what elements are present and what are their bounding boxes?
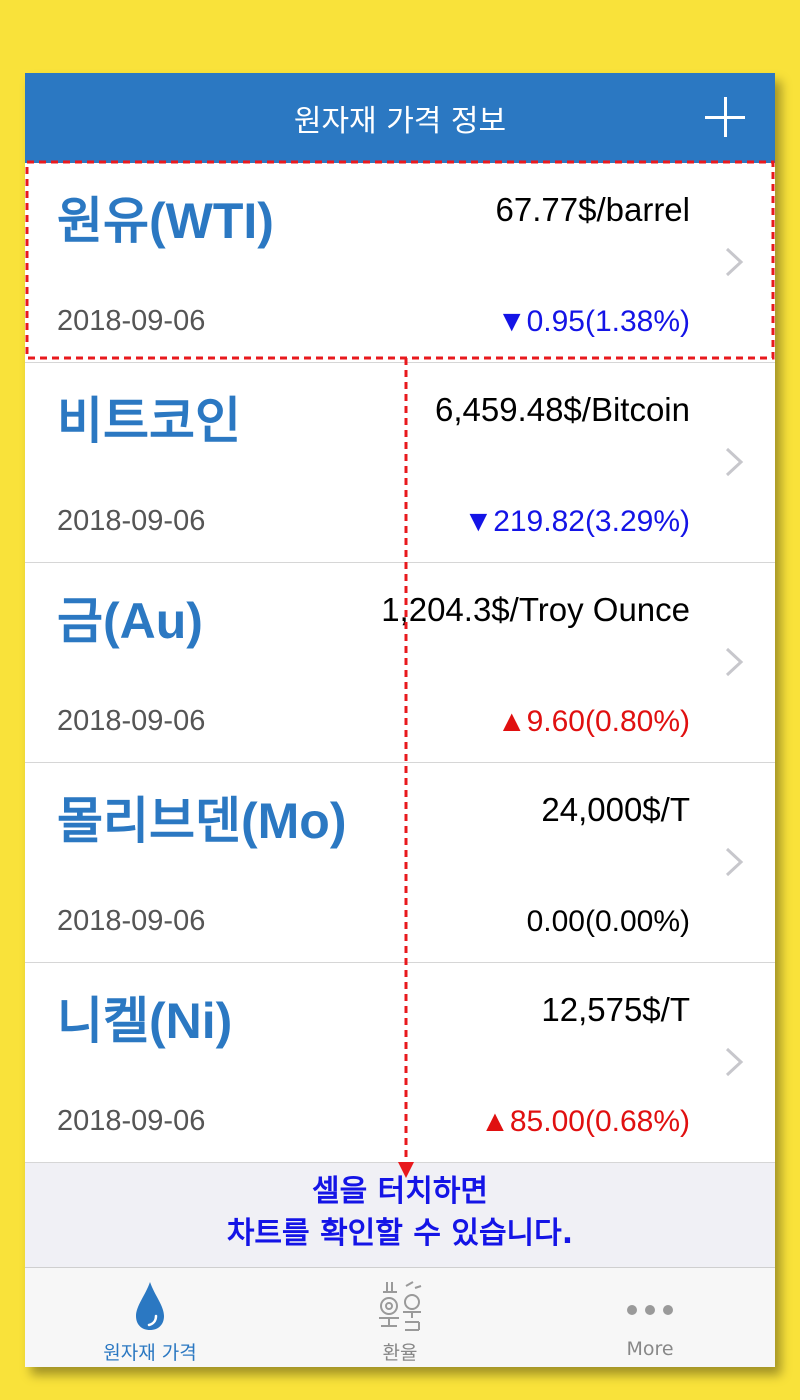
chevron-right-icon (725, 247, 744, 277)
change-value: 9.60(0.80%) (526, 705, 690, 738)
price-change: ▲9.60(0.80%) (497, 705, 690, 739)
price-change: ▲85.00(0.68%) (480, 1105, 690, 1139)
chevron-right-icon (725, 847, 744, 877)
phone-screen: 원자재 가격 정보 원유(WTI) 67.77$/barrel 2018-09-… (25, 73, 775, 1367)
down-arrow-icon: ▼ (463, 505, 494, 538)
hint-message: 셀을 터치하면 차트를 확인할 수 있습니다. (25, 1163, 775, 1267)
tab-exchange-rate[interactable]: 환율 (275, 1268, 525, 1367)
price-change: ▼219.82(3.29%) (463, 505, 690, 539)
page-title: 원자재 가격 정보 (293, 104, 507, 139)
add-button[interactable] (705, 97, 745, 137)
commodity-row-wti[interactable]: 원유(WTI) 67.77$/barrel 2018-09-06 ▼0.95(1… (25, 163, 775, 363)
change-value: 219.82(3.29%) (493, 505, 690, 538)
commodity-name: 몰리브덴(Mo) (57, 793, 347, 849)
navigation-bar: 원자재 가격 정보 (25, 73, 775, 163)
price-change: 0.00(0.00%) (527, 905, 690, 939)
change-value: 0.95(1.38%) (526, 305, 690, 338)
tab-label: 환율 (382, 1342, 418, 1364)
change-value: 0.00(0.00%) (526, 905, 690, 938)
commodity-list: 원유(WTI) 67.77$/barrel 2018-09-06 ▼0.95(1… (25, 163, 775, 1163)
chevron-right-icon (725, 647, 744, 677)
commodity-row-bitcoin[interactable]: 비트코인 6,459.48$/Bitcoin 2018-09-06 ▼219.8… (25, 363, 775, 563)
drop-icon (136, 1282, 164, 1330)
commodity-price: 1,204.3$/Troy Ounce (381, 591, 690, 628)
tab-bar: 원자재 가격 환율 More (25, 1267, 775, 1367)
down-arrow-icon: ▼ (496, 305, 527, 338)
commodity-name: 니켈(Ni) (57, 993, 233, 1049)
hint-line-2: 차트를 확인할 수 있습니다. (226, 1216, 574, 1251)
commodity-price: 24,000$/T (541, 791, 690, 828)
chevron-right-icon (725, 447, 744, 477)
hint-line-1: 셀을 터치하면 (311, 1174, 489, 1209)
tab-commodity-prices[interactable]: 원자재 가격 (25, 1268, 275, 1367)
tab-more[interactable]: More (525, 1268, 775, 1367)
commodity-price: 67.77$/barrel (495, 191, 690, 228)
price-date: 2018-09-06 (57, 705, 206, 737)
commodity-name: 비트코인 (57, 393, 241, 449)
exchange-icon (379, 1281, 422, 1331)
commodity-name: 금(Au) (57, 593, 203, 649)
price-date: 2018-09-06 (57, 1105, 206, 1137)
commodity-row-molybdenum[interactable]: 몰리브덴(Mo) 24,000$/T 2018-09-06 0.00(0.00%… (25, 763, 775, 963)
up-arrow-icon: ▲ (496, 705, 527, 738)
up-arrow-icon: ▲ (480, 1105, 510, 1138)
more-dots-icon (627, 1305, 673, 1315)
change-value: 85.00(0.68%) (509, 1105, 690, 1138)
commodity-row-gold[interactable]: 금(Au) 1,204.3$/Troy Ounce 2018-09-06 ▲9.… (25, 563, 775, 763)
commodity-price: 6,459.48$/Bitcoin (434, 391, 690, 428)
price-date: 2018-09-06 (57, 905, 206, 937)
commodity-name: 원유(WTI) (57, 193, 274, 249)
price-change: ▼0.95(1.38%) (497, 305, 690, 339)
chevron-right-icon (725, 1047, 744, 1077)
price-date: 2018-09-06 (57, 305, 206, 337)
commodity-row-nickel[interactable]: 니켈(Ni) 12,575$/T 2018-09-06 ▲85.00(0.68%… (25, 963, 775, 1163)
tab-label: More (626, 1338, 674, 1360)
commodity-price: 12,575$/T (541, 991, 690, 1028)
price-date: 2018-09-06 (57, 505, 206, 537)
tab-label: 원자재 가격 (103, 1342, 197, 1364)
